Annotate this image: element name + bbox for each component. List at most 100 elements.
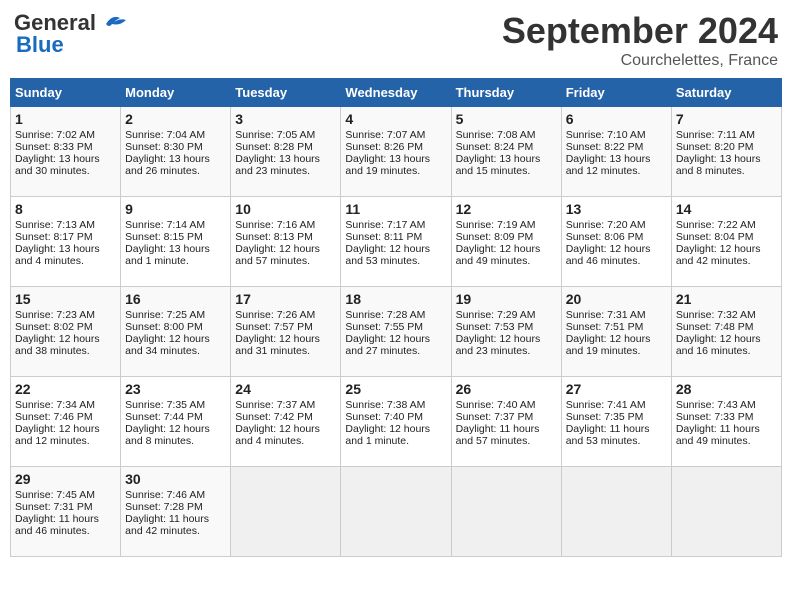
cell-text: Sunset: 8:22 PM	[566, 141, 667, 153]
cell-text: and 46 minutes.	[15, 525, 116, 537]
day-header-friday: Friday	[561, 79, 671, 107]
cell-text: Sunset: 7:35 PM	[566, 411, 667, 423]
calendar-cell: 7Sunrise: 7:11 AMSunset: 8:20 PMDaylight…	[671, 107, 781, 197]
calendar-cell: 21Sunrise: 7:32 AMSunset: 7:48 PMDayligh…	[671, 287, 781, 377]
cell-text: and 4 minutes.	[235, 435, 336, 447]
cell-text: Daylight: 12 hours	[345, 333, 446, 345]
cell-text: Daylight: 12 hours	[676, 243, 777, 255]
day-header-thursday: Thursday	[451, 79, 561, 107]
cell-text: and 8 minutes.	[125, 435, 226, 447]
calendar-cell: 24Sunrise: 7:37 AMSunset: 7:42 PMDayligh…	[231, 377, 341, 467]
location-title: Courchelettes, France	[502, 52, 778, 70]
calendar-cell: 4Sunrise: 7:07 AMSunset: 8:26 PMDaylight…	[341, 107, 451, 197]
cell-text: Sunset: 7:44 PM	[125, 411, 226, 423]
calendar-table: SundayMondayTuesdayWednesdayThursdayFrid…	[10, 78, 782, 557]
calendar-cell	[671, 467, 781, 557]
cell-text: Sunset: 8:11 PM	[345, 231, 446, 243]
cell-text: Sunset: 7:55 PM	[345, 321, 446, 333]
cell-text: Daylight: 11 hours	[456, 423, 557, 435]
cell-text: Sunset: 8:02 PM	[15, 321, 116, 333]
day-header-saturday: Saturday	[671, 79, 781, 107]
cell-text: Daylight: 12 hours	[125, 333, 226, 345]
cell-text: Daylight: 13 hours	[15, 243, 116, 255]
cell-text: Sunrise: 7:45 AM	[15, 489, 116, 501]
calendar-cell: 1Sunrise: 7:02 AMSunset: 8:33 PMDaylight…	[11, 107, 121, 197]
cell-text: and 31 minutes.	[235, 345, 336, 357]
calendar-cell: 27Sunrise: 7:41 AMSunset: 7:35 PMDayligh…	[561, 377, 671, 467]
day-number: 3	[235, 111, 336, 127]
cell-text: Sunset: 7:48 PM	[676, 321, 777, 333]
day-number: 19	[456, 291, 557, 307]
calendar-cell: 19Sunrise: 7:29 AMSunset: 7:53 PMDayligh…	[451, 287, 561, 377]
calendar-cell: 3Sunrise: 7:05 AMSunset: 8:28 PMDaylight…	[231, 107, 341, 197]
cell-text: Sunrise: 7:43 AM	[676, 399, 777, 411]
cell-text: Daylight: 13 hours	[15, 153, 116, 165]
cell-text: Daylight: 11 hours	[676, 423, 777, 435]
calendar-cell: 2Sunrise: 7:04 AMSunset: 8:30 PMDaylight…	[121, 107, 231, 197]
cell-text: Sunrise: 7:11 AM	[676, 129, 777, 141]
day-number: 24	[235, 381, 336, 397]
cell-text: Sunrise: 7:32 AM	[676, 309, 777, 321]
cell-text: Daylight: 12 hours	[235, 423, 336, 435]
month-title: September 2024	[502, 10, 778, 52]
cell-text: Sunset: 8:13 PM	[235, 231, 336, 243]
cell-text: and 4 minutes.	[15, 255, 116, 267]
day-number: 16	[125, 291, 226, 307]
calendar-cell	[451, 467, 561, 557]
cell-text: Sunset: 8:33 PM	[15, 141, 116, 153]
cell-text: and 38 minutes.	[15, 345, 116, 357]
cell-text: Daylight: 11 hours	[15, 513, 116, 525]
day-number: 1	[15, 111, 116, 127]
cell-text: Daylight: 13 hours	[125, 243, 226, 255]
calendar-cell: 9Sunrise: 7:14 AMSunset: 8:15 PMDaylight…	[121, 197, 231, 287]
cell-text: Daylight: 13 hours	[125, 153, 226, 165]
cell-text: Sunrise: 7:38 AM	[345, 399, 446, 411]
cell-text: and 16 minutes.	[676, 345, 777, 357]
cell-text: Sunrise: 7:13 AM	[15, 219, 116, 231]
day-number: 8	[15, 201, 116, 217]
calendar-cell	[341, 467, 451, 557]
cell-text: and 57 minutes.	[235, 255, 336, 267]
day-number: 22	[15, 381, 116, 397]
logo-bird-icon	[98, 12, 128, 34]
cell-text: and 53 minutes.	[566, 435, 667, 447]
calendar-week-5: 29Sunrise: 7:45 AMSunset: 7:31 PMDayligh…	[11, 467, 782, 557]
cell-text: Sunset: 8:17 PM	[15, 231, 116, 243]
title-block: September 2024 Courchelettes, France	[502, 10, 778, 70]
cell-text: Daylight: 12 hours	[456, 243, 557, 255]
logo: General Blue	[14, 10, 128, 58]
cell-text: and 46 minutes.	[566, 255, 667, 267]
cell-text: Sunrise: 7:46 AM	[125, 489, 226, 501]
cell-text: Sunset: 7:42 PM	[235, 411, 336, 423]
calendar-week-4: 22Sunrise: 7:34 AMSunset: 7:46 PMDayligh…	[11, 377, 782, 467]
cell-text: Sunset: 7:51 PM	[566, 321, 667, 333]
calendar-cell: 22Sunrise: 7:34 AMSunset: 7:46 PMDayligh…	[11, 377, 121, 467]
cell-text: Sunrise: 7:34 AM	[15, 399, 116, 411]
cell-text: Daylight: 13 hours	[676, 153, 777, 165]
cell-text: Sunrise: 7:08 AM	[456, 129, 557, 141]
cell-text: Sunset: 7:57 PM	[235, 321, 336, 333]
day-number: 5	[456, 111, 557, 127]
cell-text: Sunrise: 7:41 AM	[566, 399, 667, 411]
cell-text: Sunrise: 7:29 AM	[456, 309, 557, 321]
day-number: 11	[345, 201, 446, 217]
cell-text: and 12 minutes.	[566, 165, 667, 177]
calendar-cell: 16Sunrise: 7:25 AMSunset: 8:00 PMDayligh…	[121, 287, 231, 377]
calendar-week-2: 8Sunrise: 7:13 AMSunset: 8:17 PMDaylight…	[11, 197, 782, 287]
calendar-cell	[561, 467, 671, 557]
cell-text: and 1 minute.	[345, 435, 446, 447]
cell-text: Sunset: 7:53 PM	[456, 321, 557, 333]
cell-text: and 23 minutes.	[456, 345, 557, 357]
calendar-cell: 30Sunrise: 7:46 AMSunset: 7:28 PMDayligh…	[121, 467, 231, 557]
day-number: 30	[125, 471, 226, 487]
cell-text: Sunrise: 7:10 AM	[566, 129, 667, 141]
day-header-tuesday: Tuesday	[231, 79, 341, 107]
cell-text: Sunset: 7:28 PM	[125, 501, 226, 513]
cell-text: Sunrise: 7:17 AM	[345, 219, 446, 231]
cell-text: Sunrise: 7:16 AM	[235, 219, 336, 231]
cell-text: Daylight: 12 hours	[125, 423, 226, 435]
cell-text: Sunset: 7:33 PM	[676, 411, 777, 423]
day-number: 6	[566, 111, 667, 127]
cell-text: and 42 minutes.	[125, 525, 226, 537]
calendar-cell: 5Sunrise: 7:08 AMSunset: 8:24 PMDaylight…	[451, 107, 561, 197]
